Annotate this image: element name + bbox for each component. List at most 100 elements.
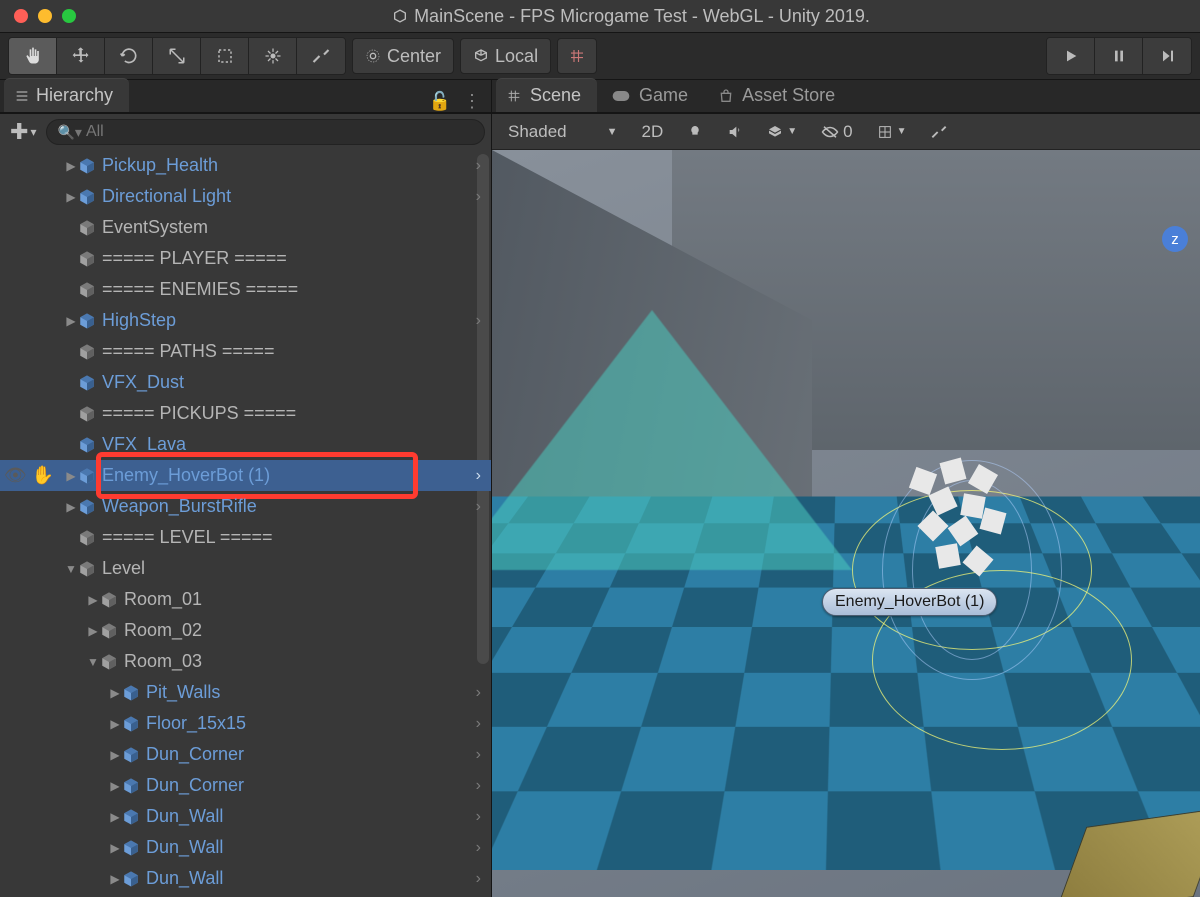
audio-toggle[interactable] — [719, 120, 751, 144]
create-button[interactable]: ✚▾ — [6, 119, 40, 145]
hierarchy-tree[interactable]: ▶Pickup_Health›▶Directional Light›EventS… — [0, 150, 491, 897]
expand-arrow-icon[interactable]: ▶ — [108, 810, 122, 824]
expand-arrow-icon[interactable]: ▶ — [108, 748, 122, 762]
grid-dropdown[interactable]: ▼ — [869, 120, 915, 144]
chevron-right-icon[interactable]: › — [470, 157, 481, 175]
hierarchy-item[interactable]: EventSystem — [0, 212, 491, 243]
hierarchy-item[interactable]: ▼Level — [0, 553, 491, 584]
tab-game[interactable]: Game — [601, 79, 704, 112]
draw-mode-dropdown[interactable]: Shaded▼ — [500, 120, 626, 144]
hierarchy-item[interactable]: ▶HighStep› — [0, 305, 491, 336]
hierarchy-item[interactable]: VFX_Lava — [0, 429, 491, 460]
custom-tool[interactable] — [297, 38, 345, 74]
expand-arrow-icon[interactable]: ▶ — [64, 159, 78, 173]
chevron-right-icon[interactable]: › — [470, 188, 481, 206]
expand-arrow-icon[interactable]: ▼ — [64, 562, 78, 576]
visibility-icons[interactable]: 👁 ✋ — [4, 465, 54, 486]
hierarchy-item[interactable]: ▶ Room_02 — [0, 615, 491, 646]
tab-hierarchy[interactable]: Hierarchy — [4, 78, 129, 112]
gameobject-icon — [122, 715, 140, 733]
expand-arrow-icon[interactable]: ▶ — [108, 686, 122, 700]
gameobject-icon — [78, 250, 96, 268]
hierarchy-item[interactable]: ▶Room_01 — [0, 584, 491, 615]
search-input[interactable]: 🔍▾ All — [46, 119, 485, 145]
playback-controls — [1046, 37, 1192, 75]
expand-arrow-icon[interactable]: ▶ — [108, 872, 122, 886]
hierarchy-item[interactable]: ===== PLAYER ===== — [0, 243, 491, 274]
pause-button[interactable] — [1095, 38, 1143, 74]
step-button[interactable] — [1143, 38, 1191, 74]
chevron-right-icon[interactable]: › — [470, 684, 481, 702]
transform-tool[interactable] — [249, 38, 297, 74]
chevron-right-icon[interactable]: › — [470, 312, 481, 330]
hierarchy-item[interactable]: ===== ENEMIES ===== — [0, 274, 491, 305]
hierarchy-item[interactable]: ===== PICKUPS ===== — [0, 398, 491, 429]
expand-arrow-icon[interactable]: ▶ — [108, 717, 122, 731]
tab-scene[interactable]: Scene — [496, 78, 597, 112]
hierarchy-item[interactable]: VFX_Dust — [0, 367, 491, 398]
hierarchy-item[interactable]: ▶Dun_Wall› — [0, 832, 491, 863]
fx-dropdown[interactable]: ▼ — [759, 120, 805, 144]
hierarchy-item[interactable]: ▶Dun_Corner› — [0, 739, 491, 770]
tab-asset-store[interactable]: Asset Store — [708, 79, 851, 112]
rect-tool[interactable] — [201, 38, 249, 74]
gameobject-icon — [100, 622, 118, 640]
expand-arrow-icon[interactable]: ▶ — [108, 841, 122, 855]
scene-viewport[interactable]: Enemy_HoverBot (1) z — [492, 150, 1200, 897]
scene-icon — [506, 88, 522, 104]
item-label: Room_02 — [124, 620, 481, 641]
item-label: ===== PATHS ===== — [102, 341, 481, 362]
tools-dropdown[interactable] — [923, 120, 955, 144]
expand-arrow-icon[interactable]: ▶ — [86, 593, 100, 607]
hierarchy-item[interactable]: ===== PATHS ===== — [0, 336, 491, 367]
hierarchy-item[interactable]: ▶Directional Light› — [0, 181, 491, 212]
grid-snap[interactable] — [557, 38, 597, 74]
hierarchy-item[interactable]: 👁 ✋▶Enemy_HoverBot (1)› — [0, 460, 491, 491]
expand-arrow-icon[interactable]: ▶ — [86, 624, 100, 638]
minimize-icon[interactable] — [38, 9, 52, 23]
expand-arrow-icon[interactable]: ▶ — [108, 779, 122, 793]
expand-arrow-icon[interactable]: ▶ — [64, 469, 78, 483]
chevron-right-icon[interactable]: › — [470, 746, 481, 764]
gameobject-icon — [78, 343, 96, 361]
hierarchy-item[interactable]: ▼Room_03 — [0, 646, 491, 677]
close-icon[interactable] — [14, 9, 28, 23]
hand-tool[interactable] — [9, 38, 57, 74]
lighting-toggle[interactable] — [679, 120, 711, 144]
pivot-rotation[interactable]: Local — [460, 38, 551, 74]
expand-arrow-icon[interactable]: ▼ — [86, 655, 100, 669]
gameobject-icon — [100, 653, 118, 671]
chevron-right-icon[interactable]: › — [470, 715, 481, 733]
hierarchy-item[interactable]: ▶Dun_Wall› — [0, 863, 491, 894]
expand-arrow-icon[interactable]: ▶ — [64, 314, 78, 328]
hierarchy-item[interactable]: ▶ Pit_Walls› — [0, 677, 491, 708]
tab-menu-icon[interactable]: ⋮ — [463, 91, 481, 112]
2d-toggle[interactable]: 2D — [634, 118, 672, 146]
axis-gizmo-z[interactable]: z — [1162, 226, 1188, 252]
hierarchy-item[interactable]: ===== LEVEL ===== — [0, 522, 491, 553]
chevron-right-icon[interactable]: › — [470, 808, 481, 826]
rotate-tool[interactable] — [105, 38, 153, 74]
gameobject-icon — [122, 839, 140, 857]
expand-arrow-icon[interactable]: ▶ — [64, 500, 78, 514]
chevron-right-icon[interactable]: › — [470, 467, 481, 485]
hierarchy-item[interactable]: ▶Floor_15x15› — [0, 708, 491, 739]
maximize-icon[interactable] — [62, 9, 76, 23]
chevron-right-icon[interactable]: › — [470, 839, 481, 857]
hierarchy-item[interactable]: ▶Pickup_Health› — [0, 150, 491, 181]
play-button[interactable] — [1047, 38, 1095, 74]
hierarchy-item[interactable]: ▶Weapon_BurstRifle› — [0, 491, 491, 522]
scale-tool[interactable] — [153, 38, 201, 74]
object-label[interactable]: Enemy_HoverBot (1) — [822, 588, 997, 616]
hierarchy-item[interactable]: ▶Dun_Corner› — [0, 770, 491, 801]
pivot-mode[interactable]: Center — [352, 38, 454, 74]
lock-icon[interactable]: 🔓 — [429, 91, 451, 112]
hierarchy-item[interactable]: ▶Dun_Wall› — [0, 801, 491, 832]
hidden-objects[interactable]: 0 — [813, 118, 860, 146]
chevron-right-icon[interactable]: › — [470, 498, 481, 516]
item-label: Pit_Walls — [146, 682, 470, 703]
move-tool[interactable] — [57, 38, 105, 74]
chevron-right-icon[interactable]: › — [470, 777, 481, 795]
chevron-right-icon[interactable]: › — [470, 870, 481, 888]
expand-arrow-icon[interactable]: ▶ — [64, 190, 78, 204]
